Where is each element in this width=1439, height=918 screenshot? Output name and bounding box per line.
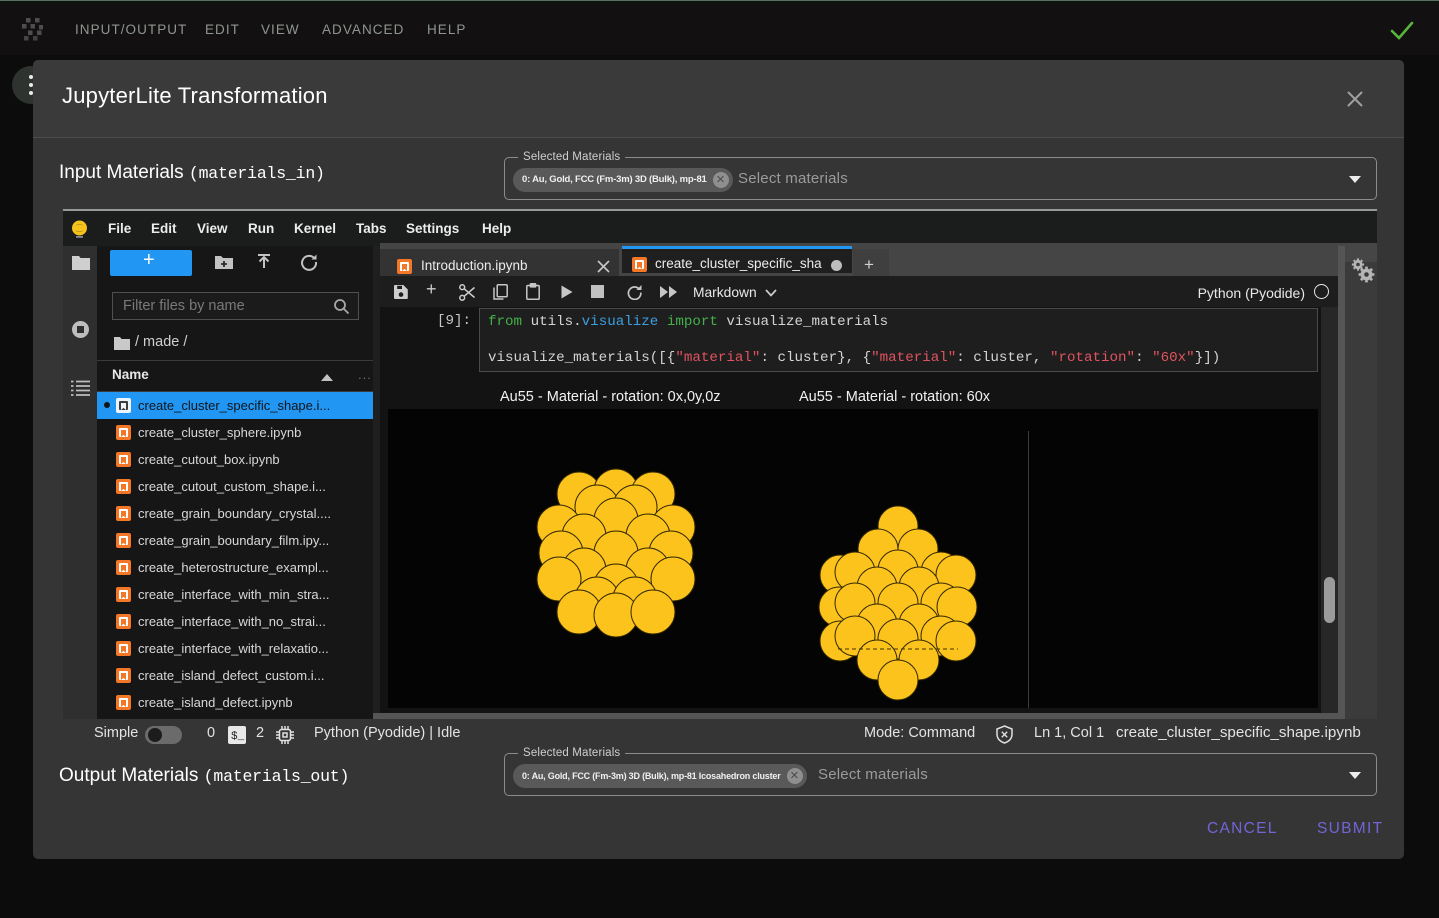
svg-text:$_: $_ — [231, 731, 245, 743]
